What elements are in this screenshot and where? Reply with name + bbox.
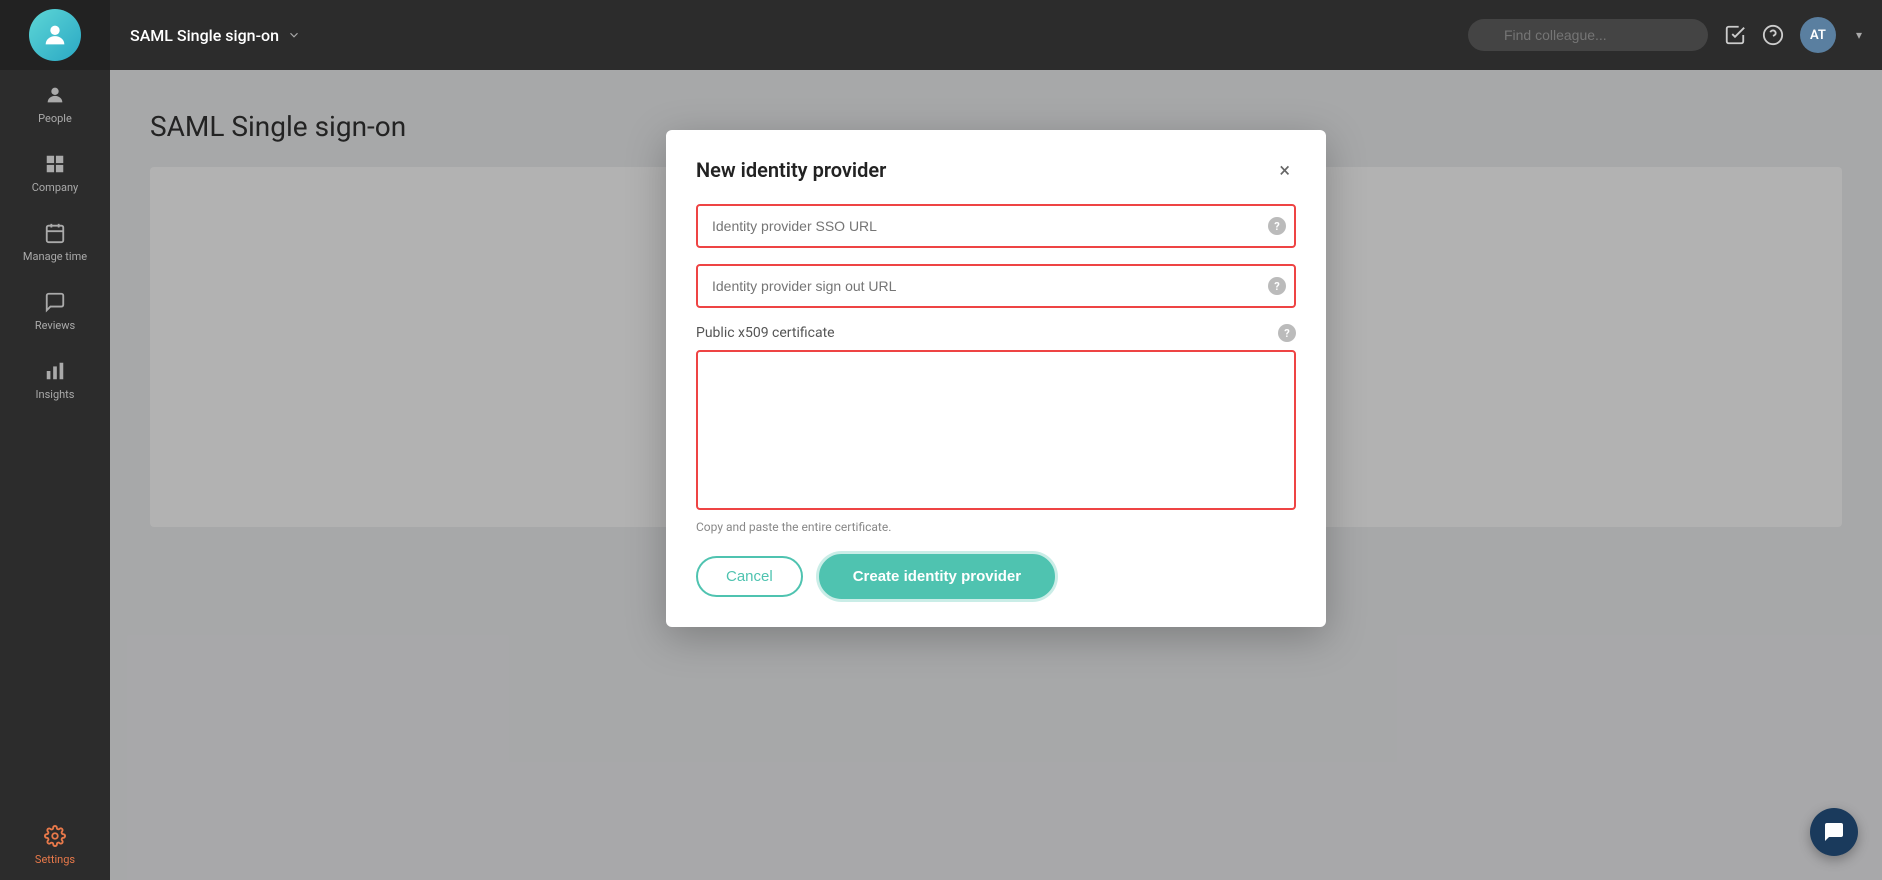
gear-icon <box>44 825 66 847</box>
sidebar-item-settings-label: Settings <box>35 853 75 866</box>
sso-url-input[interactable] <box>696 204 1296 248</box>
chat-bubble-icon <box>1822 820 1846 844</box>
topbar-help-icon[interactable] <box>1762 24 1784 46</box>
avatar[interactable]: AT <box>1800 17 1836 53</box>
sign-out-url-help-icon[interactable]: ? <box>1268 277 1286 295</box>
cert-label-row: Public x509 certificate ? <box>696 324 1296 342</box>
topbar-title: SAML Single sign-on <box>130 26 301 45</box>
building-icon <box>44 153 66 175</box>
sidebar-item-manage-time-label: Manage time <box>23 250 87 263</box>
person-icon <box>44 84 66 106</box>
modal-overlay: New identity provider × ? ? Public x509 … <box>110 70 1882 880</box>
cert-label: Public x509 certificate <box>696 325 835 341</box>
create-identity-provider-button[interactable]: Create identity provider <box>819 554 1055 599</box>
sidebar-bottom: Settings <box>0 811 110 880</box>
sidebar: People Company Manage time Reviews <box>0 0 110 880</box>
sso-url-field: ? <box>696 204 1296 248</box>
topbar: SAML Single sign-on A <box>110 0 1882 70</box>
sidebar-item-people[interactable]: People <box>0 70 110 139</box>
calendar-icon <box>44 222 66 244</box>
search-input[interactable] <box>1468 19 1708 51</box>
search-wrapper <box>1468 19 1708 51</box>
logo-circle <box>29 9 81 61</box>
modal-actions: Cancel Create identity provider <box>696 554 1296 599</box>
logo-icon <box>41 21 69 49</box>
chevron-down-icon[interactable] <box>287 28 301 42</box>
cert-hint: Copy and paste the entire certificate. <box>696 520 1296 534</box>
sidebar-item-company[interactable]: Company <box>0 139 110 208</box>
chat-bubble[interactable] <box>1810 808 1858 856</box>
modal-header: New identity provider × <box>696 158 1296 182</box>
sidebar-nav: People Company Manage time Reviews <box>0 70 110 880</box>
sidebar-item-insights-label: Insights <box>36 388 75 401</box>
sidebar-item-manage-time[interactable]: Manage time <box>0 208 110 277</box>
sidebar-item-settings[interactable]: Settings <box>0 811 110 880</box>
topbar-tasks-icon[interactable] <box>1724 24 1746 46</box>
topbar-title-text: SAML Single sign-on <box>130 26 279 45</box>
sidebar-item-insights[interactable]: Insights <box>0 346 110 415</box>
sign-out-url-field: ? <box>696 264 1296 308</box>
modal-new-identity-provider: New identity provider × ? ? Public x509 … <box>666 130 1326 627</box>
chart-icon <box>44 360 66 382</box>
cert-help-icon[interactable]: ? <box>1278 324 1296 342</box>
page-content: SAML Single sign-on It looks like New id… <box>110 70 1882 880</box>
main-area: SAML Single sign-on A <box>110 0 1882 880</box>
sidebar-item-company-label: Company <box>32 181 79 194</box>
sign-out-url-input[interactable] <box>696 264 1296 308</box>
chat-icon <box>44 291 66 313</box>
cancel-button[interactable]: Cancel <box>696 556 803 597</box>
modal-title: New identity provider <box>696 158 886 182</box>
cert-textarea[interactable] <box>696 350 1296 510</box>
modal-close-button[interactable]: × <box>1273 158 1296 182</box>
logo[interactable] <box>0 0 110 70</box>
sidebar-item-reviews[interactable]: Reviews <box>0 277 110 346</box>
avatar-chevron-icon: ▾ <box>1856 28 1862 42</box>
certificate-section: Public x509 certificate ? Copy and paste… <box>696 324 1296 534</box>
sso-url-help-icon[interactable]: ? <box>1268 217 1286 235</box>
sidebar-item-reviews-label: Reviews <box>35 319 75 332</box>
sidebar-item-people-label: People <box>38 112 72 125</box>
